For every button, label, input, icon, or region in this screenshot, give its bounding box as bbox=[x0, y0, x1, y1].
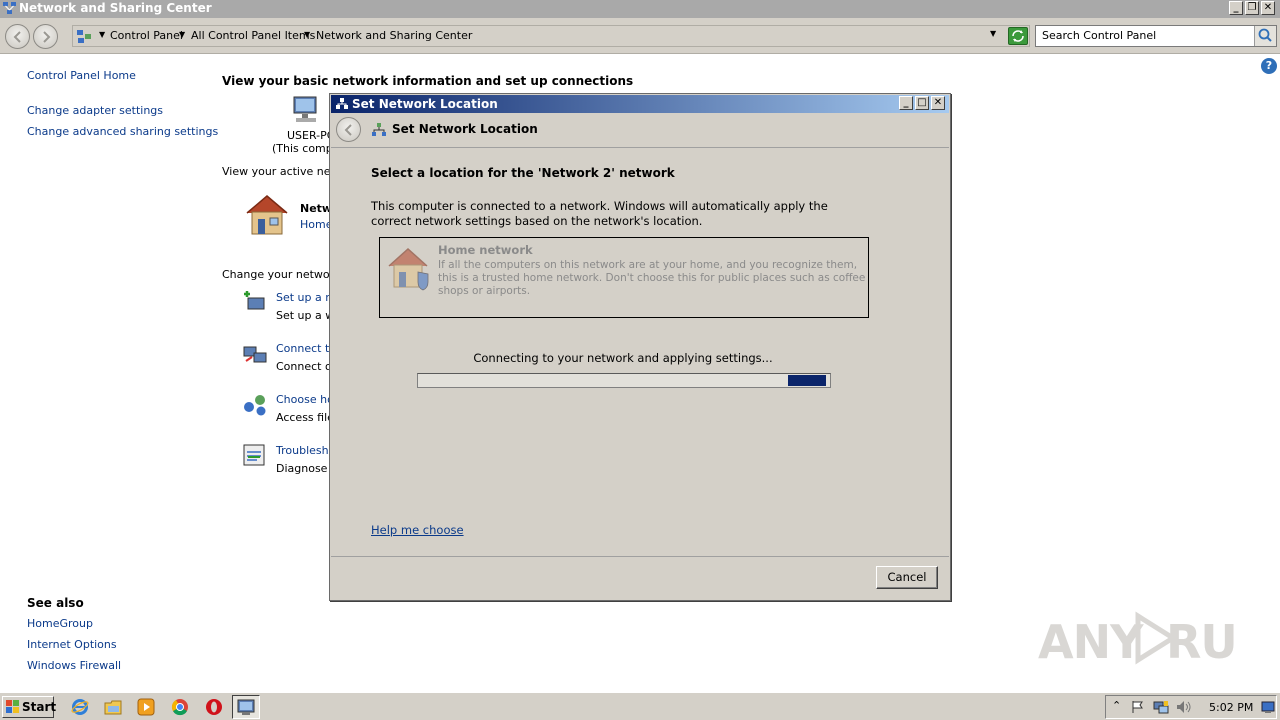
connect-network-icon bbox=[243, 346, 267, 363]
new-connection-icon bbox=[244, 291, 265, 310]
help-icon[interactable]: ? bbox=[1261, 58, 1277, 74]
start-button[interactable]: Start bbox=[2, 696, 57, 718]
start-label: Start bbox=[22, 700, 57, 714]
dialog-minimize-button[interactable]: _ bbox=[899, 96, 913, 110]
forward-button[interactable] bbox=[33, 24, 58, 49]
control-panel-icon bbox=[77, 30, 91, 43]
media-player-icon[interactable] bbox=[137, 698, 155, 716]
task-link[interactable]: Connect to bbox=[276, 342, 336, 355]
explorer-icon[interactable] bbox=[104, 698, 122, 716]
computer-icon bbox=[293, 96, 317, 122]
back-button[interactable] bbox=[5, 24, 30, 49]
network-tray-icon[interactable] bbox=[1153, 700, 1169, 714]
change-settings-label: Change your networki bbox=[222, 268, 344, 281]
taskbar-active-window[interactable] bbox=[232, 695, 260, 719]
show-desktop-icon[interactable] bbox=[1261, 700, 1275, 714]
home-network-title: Home network bbox=[438, 243, 533, 257]
network-sharing-icon bbox=[3, 2, 16, 14]
page-title: View your basic network information and … bbox=[222, 74, 634, 88]
change-sharing-link[interactable]: Change advanced sharing settings bbox=[27, 125, 218, 138]
active-networks-label: View your active netw bbox=[222, 165, 344, 178]
cancel-button[interactable]: Cancel bbox=[876, 566, 938, 589]
dialog-header-title: Set Network Location bbox=[392, 122, 538, 136]
chevron-right-icon[interactable]: ▼ bbox=[99, 30, 105, 39]
network-type-link[interactable]: Home bbox=[300, 218, 332, 231]
system-tray: ⌃ 5:02 PM bbox=[1105, 695, 1277, 719]
dialog-back-button[interactable] bbox=[336, 117, 361, 142]
set-network-location-dialog: Set Network Location _ □ ✕ Set Network L… bbox=[329, 93, 951, 601]
forward-arrow-icon bbox=[43, 31, 51, 43]
progress-status-text: Connecting to your network and applying … bbox=[473, 351, 773, 365]
chevron-right-icon[interactable]: ▼ bbox=[304, 30, 310, 39]
troubleshoot-icon bbox=[243, 444, 265, 466]
back-arrow-icon bbox=[344, 124, 352, 136]
home-network-option[interactable]: Home network If all the computers on thi… bbox=[379, 237, 869, 318]
minimize-button[interactable]: _ bbox=[1229, 1, 1243, 15]
network-name: Netw bbox=[300, 202, 333, 215]
computer-name: USER-PC bbox=[287, 129, 335, 142]
windows-logo-icon bbox=[6, 700, 19, 713]
windows-firewall-link[interactable]: Windows Firewall bbox=[27, 659, 121, 672]
dialog-close-button[interactable]: ✕ bbox=[931, 96, 945, 110]
show-hidden-icons-icon[interactable]: ⌃ bbox=[1112, 699, 1121, 712]
chevron-right-icon[interactable]: ▼ bbox=[179, 30, 185, 39]
search-input[interactable]: Search Control Panel bbox=[1035, 25, 1277, 47]
ie-icon[interactable] bbox=[71, 698, 89, 716]
taskbar: Start ⌃ 5:02 PM bbox=[0, 692, 1280, 720]
volume-icon[interactable] bbox=[1176, 700, 1192, 714]
see-also-heading: See also bbox=[27, 596, 84, 610]
svg-text:ANY: ANY bbox=[1038, 615, 1144, 668]
watermark-logo: ANY RUN bbox=[1038, 608, 1275, 680]
address-field[interactable]: ▼ Control Panel ▼ All Control Panel Item… bbox=[72, 25, 1030, 47]
progress-marquee bbox=[788, 375, 826, 386]
dialog-question: Select a location for the 'Network 2' ne… bbox=[371, 166, 675, 180]
dialog-body: Select a location for the 'Network 2' ne… bbox=[331, 147, 949, 557]
close-button[interactable]: ✕ bbox=[1261, 1, 1275, 15]
dialog-titlebar[interactable]: Set Network Location _ □ ✕ bbox=[331, 95, 949, 113]
chevron-down-icon[interactable]: ▼ bbox=[990, 29, 996, 38]
control-panel-home-link[interactable]: Control Panel Home bbox=[27, 69, 136, 82]
home-network-icon bbox=[388, 247, 429, 291]
opera-icon[interactable] bbox=[205, 698, 223, 716]
address-toolbar: ▼ Control Panel ▼ All Control Panel Item… bbox=[0, 18, 1280, 54]
chrome-icon[interactable] bbox=[171, 698, 189, 716]
change-adapter-link[interactable]: Change adapter settings bbox=[27, 104, 163, 117]
window-title: Network and Sharing Center bbox=[19, 1, 212, 15]
help-me-choose-link[interactable]: Help me choose bbox=[371, 523, 464, 537]
breadcrumb-network-center[interactable]: Network and Sharing Center bbox=[316, 29, 472, 42]
svg-text:RUN: RUN bbox=[1166, 615, 1238, 668]
network-icon bbox=[336, 98, 348, 109]
home-network-icon bbox=[246, 195, 288, 235]
task-link[interactable]: Troublesho bbox=[276, 444, 335, 457]
dialog-maximize-button[interactable]: □ bbox=[915, 96, 929, 110]
breadcrumb-all-items[interactable]: All Control Panel Items bbox=[191, 29, 315, 42]
back-arrow-icon bbox=[13, 31, 21, 43]
refresh-icon bbox=[1012, 30, 1024, 42]
refresh-button[interactable] bbox=[1008, 27, 1028, 45]
network-center-icon bbox=[237, 699, 255, 715]
network-location-icon bbox=[372, 123, 386, 136]
dialog-header: Set Network Location bbox=[331, 114, 949, 146]
homegroup-link[interactable]: HomeGroup bbox=[27, 617, 93, 630]
homegroup-icon bbox=[244, 395, 266, 416]
task-desc: Connect or bbox=[276, 360, 337, 373]
dialog-description: This computer is connected to a network.… bbox=[371, 199, 828, 228]
restore-button[interactable]: ❐ bbox=[1245, 1, 1259, 15]
action-center-flag-icon[interactable] bbox=[1131, 700, 1145, 714]
home-network-description: If all the computers on this network are… bbox=[438, 259, 866, 297]
progress-bar bbox=[417, 373, 831, 388]
clock[interactable]: 5:02 PM bbox=[1209, 701, 1253, 714]
dialog-title: Set Network Location bbox=[352, 97, 498, 111]
window-titlebar[interactable]: Network and Sharing Center _ ❐ ✕ bbox=[0, 0, 1280, 18]
search-icon[interactable] bbox=[1254, 26, 1276, 46]
search-placeholder: Search Control Panel bbox=[1042, 29, 1157, 42]
breadcrumb-control-panel[interactable]: Control Panel bbox=[110, 29, 183, 42]
internet-options-link[interactable]: Internet Options bbox=[27, 638, 117, 651]
